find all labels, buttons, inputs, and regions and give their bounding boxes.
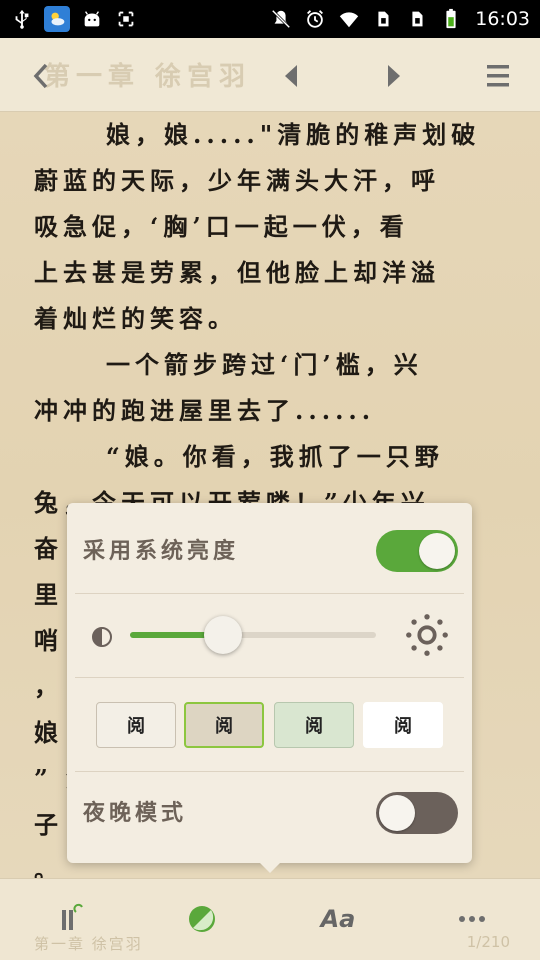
battery-icon [439,7,463,31]
text-line: 娘，娘....."清脆的稚声划破 [106,120,481,149]
theme-glyph: 阅 [394,716,412,737]
more-button[interactable] [447,897,497,941]
top-toolbar: 第一章 徐宫羽 [0,38,540,112]
system-brightness-label: 采用系统亮度 [83,538,240,564]
brightness-contrast-icon [189,906,215,932]
font-settings-button[interactable]: Aa [313,897,363,941]
theme-glyph: 阅 [215,716,233,737]
status-bar: 16:03 [0,0,540,38]
text-line: 冲冲的跑进屋里去了...... [34,396,376,425]
alarm-icon [303,7,327,31]
sim1-icon [371,7,395,31]
font-size-label: Aa [320,905,356,933]
wifi-icon [337,7,361,31]
divider [75,593,464,594]
night-mode-label: 夜晚模式 [83,800,188,826]
system-brightness-toggle[interactable] [376,530,458,572]
directory-icon [62,903,83,930]
divider [75,771,464,772]
brightness-slider[interactable] [130,616,376,654]
triangle-left-icon [285,65,297,87]
bright-sun-icon [403,611,451,659]
brightness-button[interactable] [177,897,227,941]
more-dots-icon [459,916,485,922]
theme-cream-button[interactable]: 阅 [96,702,176,748]
screenshot-icon [114,7,138,31]
theme-green-button[interactable]: 阅 [274,702,354,748]
night-mode-toggle[interactable] [376,792,458,834]
next-chapter-button[interactable] [374,56,414,96]
theme-white-button[interactable]: 阅 [363,702,443,748]
brightness-slider-thumb[interactable] [204,616,243,654]
mute-icon [269,7,293,31]
back-button[interactable] [22,56,62,96]
theme-glyph: 阅 [127,716,145,737]
menu-button[interactable] [478,56,518,96]
weather-icon [44,6,70,32]
text-line: 蔚蓝的天际，少年满头大汗，呼 [34,166,440,195]
usb-icon [10,7,34,31]
prev-chapter-button[interactable] [271,56,311,96]
chevron-left-icon [33,63,48,89]
triangle-right-icon [388,65,400,87]
toggle-knob [379,795,415,831]
popup-pointer [257,860,283,873]
clock: 16:03 [475,8,530,30]
text-line: 上去甚是劳累，但他脸上却洋溢 [34,258,440,287]
text-line: 着灿烂的笑容。 [34,304,237,333]
toggle-knob [419,533,455,569]
brightness-popup: 采用系统亮度 阅 阅 阅 阅 夜晚模式 [67,503,472,873]
hamburger-menu-icon [487,65,509,87]
chapter-title: 第一章 徐宫羽 [44,62,252,92]
directory-button[interactable] [44,897,94,941]
dim-brightness-icon [89,624,115,650]
text-line: “娘。你看，我抓了一只野 [106,442,444,471]
bottom-toolbar: 第一章 徐宫羽 1/210 Aa [0,878,540,960]
divider [75,677,464,678]
sim2-icon [405,7,429,31]
android-icon [80,7,104,31]
text-line: 一个箭步跨过‘门’槛，兴 [106,350,423,379]
theme-parchment-button[interactable]: 阅 [184,702,264,748]
text-line: 吸急促，‘胸’口一起一伏，看 [34,212,409,241]
theme-glyph: 阅 [305,716,323,737]
